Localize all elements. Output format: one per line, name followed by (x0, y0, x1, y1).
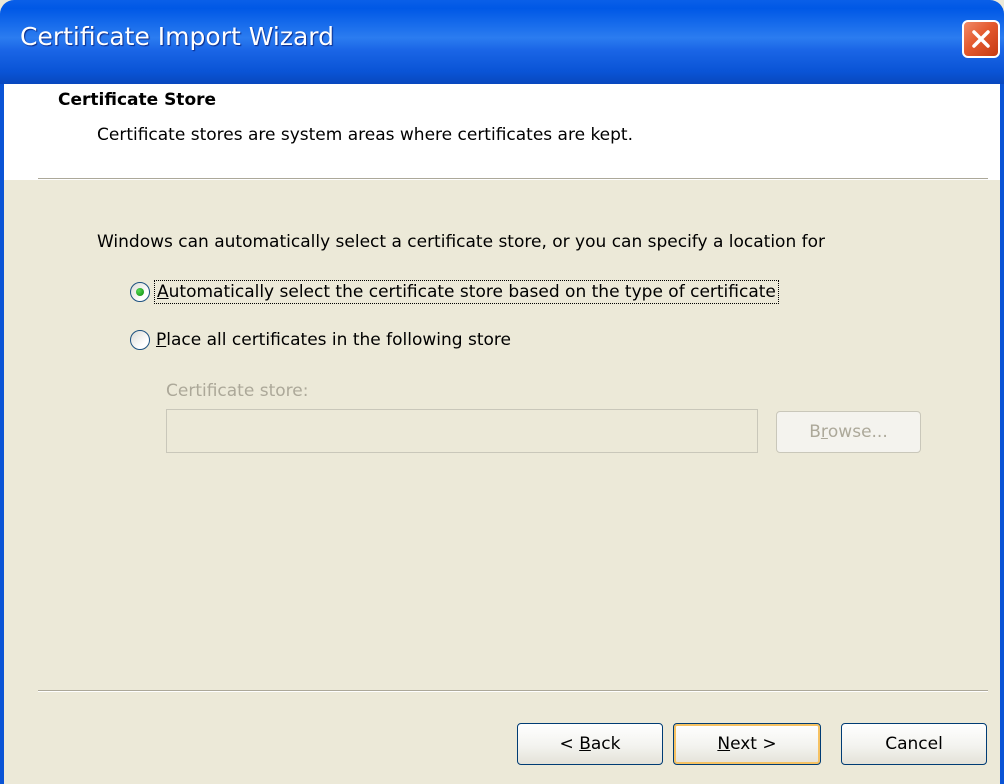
browse-label-pre: B (809, 422, 821, 442)
radio-place-in-store-label[interactable]: Place all certificates in the following … (156, 330, 511, 350)
certificate-store-label: Certificate store: (166, 381, 309, 401)
instruction-text: Windows can automatically select a certi… (97, 232, 826, 252)
next-label-post: ext > (730, 734, 777, 754)
back-button[interactable]: < Back (517, 723, 663, 765)
header-divider (38, 178, 988, 180)
title-bar[interactable]: Certificate Import Wizard (0, 0, 1004, 84)
page-subtitle: Certificate stores are system areas wher… (97, 125, 634, 145)
radio-auto-select[interactable]: Automatically select the certificate sto… (130, 280, 779, 304)
mnemonic-a: A (157, 282, 169, 302)
radio-place-in-store[interactable]: Place all certificates in the following … (130, 330, 511, 350)
label-text: utomatically select the certificate stor… (168, 282, 776, 302)
radio-button-selected[interactable] (130, 282, 150, 302)
radio-button[interactable] (130, 330, 150, 350)
close-icon (972, 30, 990, 48)
label-text: lace all certificates in the following s… (166, 330, 511, 350)
certificate-store-field[interactable] (166, 409, 758, 453)
radio-auto-select-label[interactable]: Automatically select the certificate sto… (154, 280, 779, 304)
window-title: Certificate Import Wizard (20, 22, 334, 51)
back-label-post: ack (590, 734, 621, 754)
mnemonic-p: P (156, 330, 167, 350)
page-title: Certificate Store (58, 90, 217, 110)
dialog-window: Certificate Import Wizard Certificate St… (0, 0, 1004, 784)
window-frame-right (1000, 84, 1004, 784)
browse-mnemonic: r (820, 422, 828, 442)
next-button[interactable]: Next > (673, 723, 821, 765)
footer-divider (38, 690, 988, 692)
browse-label-post: owse... (827, 422, 888, 442)
cancel-button[interactable]: Cancel (841, 723, 987, 765)
next-mnemonic: N (717, 734, 731, 754)
radio-dot (136, 288, 144, 296)
window-frame-left (0, 84, 4, 784)
cancel-label: Cancel (885, 734, 943, 754)
close-button[interactable] (962, 20, 1000, 58)
back-label-pre: < (559, 734, 580, 754)
back-mnemonic: B (579, 734, 591, 754)
browse-button[interactable]: Br owse... (776, 411, 921, 453)
